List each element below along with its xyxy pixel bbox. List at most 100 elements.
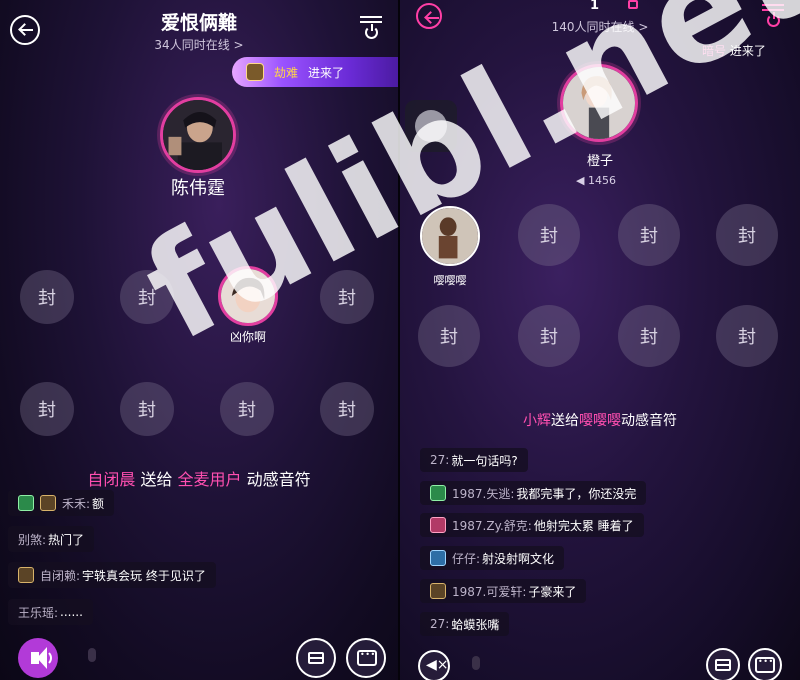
gift-item: 动感音符 bbox=[246, 470, 311, 489]
chat-text: ...... bbox=[60, 605, 83, 619]
gift-verb: 送给 bbox=[140, 470, 173, 489]
right-room-panel: 1 140人同时在线 > 暗号 进来了 橙子 ◀ 1456 嘤嘤嘤 封 封 封 … bbox=[400, 0, 800, 680]
chat-bubble-icon bbox=[357, 650, 377, 666]
volume-icon: ◀ bbox=[576, 174, 585, 187]
screenshot-stage: 爱恨俩難 34人同时在线 > 劫难 进来了 陈伟霆 封 封 凶你啊 封 封 封 … bbox=[0, 0, 800, 680]
gift-receiver: 全麦用户 bbox=[177, 470, 242, 489]
chat-user[interactable]: 27: bbox=[430, 453, 449, 467]
chat-text: 蛤蟆张嘴 bbox=[451, 617, 500, 632]
level-badge-icon bbox=[18, 495, 34, 511]
host-photo bbox=[163, 100, 233, 170]
chat-user[interactable]: 别煞: bbox=[18, 531, 46, 548]
rank-badge-icon bbox=[430, 583, 446, 599]
gift-item: 动感音符 bbox=[621, 413, 677, 429]
locked-seat[interactable]: 封 bbox=[120, 270, 174, 324]
locked-seat[interactable]: 封 bbox=[716, 305, 778, 367]
gift-box-button[interactable] bbox=[706, 648, 740, 680]
mute-speaker-button[interactable]: ◀× bbox=[418, 650, 450, 680]
chat-user[interactable]: 1987.可爱轩: bbox=[452, 583, 526, 600]
gift-box-icon bbox=[715, 659, 731, 671]
join-user-name: 暗号 bbox=[702, 44, 727, 58]
join-notice: 暗号 进来了 bbox=[702, 42, 766, 59]
chat-bubble-icon bbox=[755, 657, 775, 673]
chat-text: 子豪来了 bbox=[528, 584, 577, 599]
side-user-photo bbox=[422, 208, 478, 264]
chat-user[interactable]: 自闭赖: bbox=[40, 567, 80, 584]
chat-text: 我都完事了，你还没完 bbox=[516, 486, 637, 501]
gift-sender: 小辉 bbox=[523, 413, 551, 429]
online-count[interactable]: 34人同时在线 > bbox=[0, 36, 398, 53]
mute-icon: ◀× bbox=[426, 657, 449, 673]
locked-seat[interactable]: 封 bbox=[518, 305, 580, 367]
locked-seat[interactable]: 封 bbox=[20, 382, 74, 436]
chat-message: 27: 就一句话吗? bbox=[420, 448, 528, 472]
chat-message: 1987.矢逃: 我都完事了，你还没完 bbox=[420, 481, 647, 505]
join-text: 进来了 bbox=[729, 44, 766, 58]
mic-icon[interactable] bbox=[472, 656, 480, 670]
left-room-panel: 爱恨俩難 34人同时在线 > 劫难 进来了 陈伟霆 封 封 凶你啊 封 封 封 … bbox=[0, 0, 398, 680]
host-heat: ◀ 1456 bbox=[576, 174, 616, 187]
exit-room-icon[interactable] bbox=[358, 16, 384, 42]
chat-message: 1987.Zy.舒克: 他射完太累 睡着了 bbox=[420, 513, 644, 537]
host-name: 陈伟霆 bbox=[171, 178, 225, 199]
chat-user[interactable]: 王乐瑶: bbox=[18, 604, 58, 621]
chat-user[interactable]: 1987.矢逃: bbox=[452, 485, 514, 502]
host-avatar[interactable] bbox=[560, 64, 638, 142]
host-name: 橙子 bbox=[586, 154, 613, 169]
speaker-button[interactable] bbox=[18, 638, 58, 678]
join-text: 进来了 bbox=[308, 65, 345, 80]
gift-notice: 自闭晨 送给 全麦用户 动感音符 bbox=[0, 466, 398, 490]
rank-badge-icon bbox=[246, 63, 264, 81]
lock-icon bbox=[628, 0, 638, 9]
locked-seat[interactable]: 封 bbox=[320, 382, 374, 436]
chat-message: 27: 蛤蟆张嘴 bbox=[420, 612, 510, 636]
locked-seat[interactable]: 封 bbox=[518, 204, 580, 266]
gift-box-button[interactable] bbox=[296, 638, 336, 678]
chat-text: 额 bbox=[92, 496, 105, 511]
chat-button[interactable] bbox=[346, 638, 386, 678]
room-title: 爱恨俩難 bbox=[160, 12, 237, 34]
gift-box-icon bbox=[308, 652, 324, 664]
seat-user-name: 凶你啊 bbox=[229, 330, 266, 344]
level-badge-icon bbox=[430, 517, 446, 533]
chat-text: 射没射啊文化 bbox=[482, 551, 555, 566]
chat-text: 就一句话吗? bbox=[451, 453, 518, 468]
chat-text: 热门了 bbox=[48, 532, 85, 547]
speaker-icon bbox=[31, 647, 47, 669]
locked-seat[interactable]: 封 bbox=[120, 382, 174, 436]
online-count[interactable]: 140人同时在线 > bbox=[400, 18, 800, 35]
join-user-name: 劫难 bbox=[274, 65, 299, 80]
chat-message: 自闭赖: 宇轶真会玩 终于见识了 bbox=[8, 562, 216, 588]
seat-user-photo bbox=[221, 269, 275, 323]
locked-seat[interactable]: 封 bbox=[618, 204, 680, 266]
locked-seat[interactable]: 封 bbox=[418, 305, 480, 367]
chat-text: 他射完太累 睡着了 bbox=[533, 518, 634, 533]
chat-user[interactable]: 1987.Zy.舒克: bbox=[452, 517, 532, 534]
chat-button[interactable] bbox=[748, 648, 782, 680]
sound-wave-icon bbox=[42, 650, 52, 666]
host-avatar[interactable] bbox=[160, 97, 236, 173]
chat-message: 仔仔: 射没射啊文化 bbox=[420, 546, 565, 570]
locked-seat[interactable]: 封 bbox=[20, 270, 74, 324]
seat-count: 1 bbox=[590, 0, 600, 13]
mic-icon[interactable] bbox=[88, 648, 96, 662]
locked-seat[interactable]: 封 bbox=[220, 382, 274, 436]
side-user-name: 嘤嘤嘤 bbox=[433, 274, 467, 287]
locked-seat[interactable]: 封 bbox=[716, 204, 778, 266]
gift-verb: 送给 bbox=[551, 413, 579, 429]
locked-seat[interactable]: 封 bbox=[618, 305, 680, 367]
seat-user-avatar[interactable] bbox=[218, 266, 278, 326]
exit-room-icon[interactable] bbox=[760, 4, 786, 30]
chat-message: 1987.可爱轩: 子豪来了 bbox=[420, 579, 587, 603]
locked-seat[interactable]: 封 bbox=[320, 270, 374, 324]
level-badge-icon bbox=[430, 485, 446, 501]
floating-assistive-button[interactable] bbox=[405, 100, 457, 152]
side-user-avatar[interactable] bbox=[420, 206, 480, 266]
chat-user[interactable]: 仔仔: bbox=[452, 550, 480, 567]
user-join-banner: 劫难 进来了 bbox=[232, 57, 398, 87]
chat-message: 别煞: 热门了 bbox=[8, 526, 95, 552]
chat-user[interactable]: 27: bbox=[430, 617, 449, 631]
gift-notice: 小辉送给嘤嘤嘤动感音符 bbox=[400, 410, 800, 430]
gift-sender: 自闭晨 bbox=[87, 470, 136, 489]
chat-user[interactable]: 禾禾: bbox=[62, 495, 90, 512]
